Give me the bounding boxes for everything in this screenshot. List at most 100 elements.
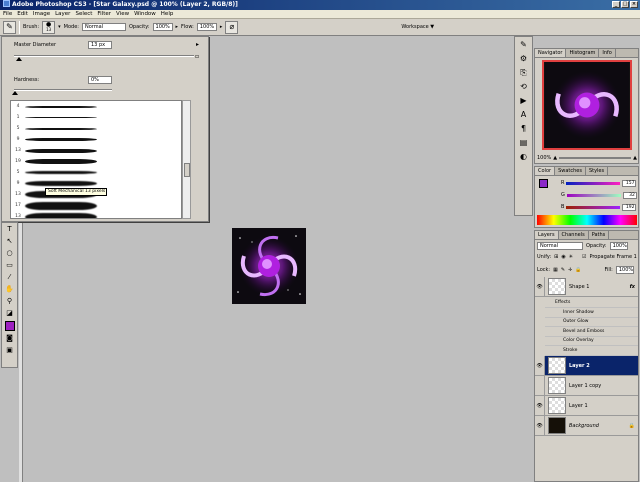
menu-image[interactable]: Image <box>33 11 50 17</box>
tab-swatches[interactable]: Swatches <box>555 167 586 175</box>
menu-edit[interactable]: Edit <box>17 11 28 17</box>
effect-color-overlay[interactable]: Color Overlay <box>545 337 638 346</box>
close-button[interactable]: × <box>630 1 638 8</box>
save-preset-icon[interactable]: ▫ <box>195 53 199 60</box>
type-tool-icon[interactable]: T <box>3 224 16 235</box>
propagate-checkbox[interactable]: ☑ <box>582 254 586 260</box>
brush-preset-row[interactable]: 13 <box>11 145 181 156</box>
menu-window[interactable]: Window <box>134 11 156 17</box>
tab-paths[interactable]: Paths <box>589 231 610 239</box>
default-colors-icon[interactable]: ◪ <box>3 308 16 319</box>
foreground-color-chip[interactable] <box>539 179 548 188</box>
mode-select[interactable]: Normal <box>81 23 126 31</box>
zoom-tool-icon[interactable]: ⚲ <box>3 296 16 307</box>
menu-file[interactable]: File <box>3 11 12 17</box>
zoom-in-icon[interactable]: ▲ <box>633 155 637 161</box>
green-slider[interactable] <box>566 193 621 197</box>
blue-slider[interactable] <box>566 205 621 209</box>
minimize-button[interactable]: _ <box>612 1 620 8</box>
slider-thumb[interactable] <box>16 57 22 61</box>
slider-thumb[interactable] <box>12 91 18 95</box>
brush-preset-row[interactable]: 17 <box>11 200 181 211</box>
brush-preset-row[interactable]: 5 <box>11 123 181 134</box>
notes-tool-icon[interactable]: ▭ <box>3 260 16 271</box>
brush-preset-row[interactable]: 19 <box>11 156 181 167</box>
brush-preset-row[interactable]: 13 <box>11 211 181 218</box>
effect-inner-shadow[interactable]: Inner Shadow <box>545 308 638 318</box>
lock-all-icon[interactable]: 🔒 <box>575 267 581 273</box>
brush-preset-picker[interactable]: ● 13 <box>42 20 56 34</box>
red-value[interactable]: 157 <box>622 179 637 187</box>
navigator-thumbnail[interactable] <box>542 60 632 150</box>
blend-mode-select[interactable]: Normal <box>537 242 583 250</box>
screen-mode-icon[interactable]: ▣ <box>3 345 16 356</box>
hardness-field[interactable]: 0% <box>88 76 112 84</box>
zoom-level[interactable]: 100% <box>537 155 551 161</box>
tab-navigator[interactable]: Navigator <box>535 49 567 57</box>
ellipse-tool-icon[interactable]: ○ <box>3 248 16 259</box>
tab-styles[interactable]: Styles <box>586 167 609 175</box>
brush-list-scrollbar[interactable] <box>182 100 191 219</box>
layer-row-shape-1[interactable]: 👁 Shape 1 fx <box>535 277 638 297</box>
tool-presets-icon[interactable]: ⚙ <box>517 53 530 65</box>
maximize-button[interactable]: □ <box>621 1 629 8</box>
effect-outer-glow[interactable]: Outer Glow <box>545 318 638 327</box>
scrollbar-thumb[interactable] <box>184 163 190 177</box>
effects-row[interactable]: Effects <box>545 298 638 308</box>
eyedropper-icon[interactable]: ⁄ <box>3 272 16 283</box>
character-icon[interactable]: A <box>517 109 530 121</box>
unify-visibility-icon[interactable]: ◉ <box>561 254 565 260</box>
foreground-color-swatch[interactable] <box>4 321 15 331</box>
tab-channels[interactable]: Channels <box>559 231 589 239</box>
blue-value[interactable]: 192 <box>622 203 637 211</box>
tab-info[interactable]: Info <box>599 49 616 57</box>
unify-position-icon[interactable]: ⊞ <box>554 254 558 260</box>
menu-layer[interactable]: Layer <box>55 11 70 17</box>
layer-row-layer-1[interactable]: 👁 Layer 1 <box>535 396 638 416</box>
master-diameter-field[interactable]: 13 px <box>88 41 112 49</box>
chevron-right-icon[interactable]: ▸ <box>220 24 223 30</box>
hand-tool-icon[interactable]: ✋ <box>3 284 16 295</box>
red-slider[interactable] <box>566 181 621 185</box>
history-icon[interactable]: ⟲ <box>517 81 530 93</box>
brush-preset-row[interactable]: 9 <box>11 134 181 145</box>
visibility-toggle-empty[interactable] <box>535 376 545 395</box>
adjustments-icon[interactable]: ◐ <box>517 151 530 163</box>
chevron-down-icon[interactable]: ▾ <box>58 24 61 30</box>
layer-row-background[interactable]: 👁 Background 🔒 <box>535 416 638 436</box>
quick-mask-icon[interactable]: ◙ <box>3 333 16 344</box>
master-diameter-slider[interactable] <box>14 55 194 57</box>
actions-icon[interactable]: ▶ <box>517 95 530 107</box>
hardness-slider[interactable] <box>14 89 112 91</box>
layer-row-layer-2[interactable]: 👁 Layer 2 <box>535 356 638 376</box>
layer-comps-icon[interactable]: ▤ <box>517 137 530 149</box>
fill-field[interactable]: 100% <box>615 266 634 274</box>
brush-preset-row[interactable]: 4 <box>11 101 181 112</box>
visibility-eye-icon[interactable]: 👁 <box>535 356 545 375</box>
effect-stroke[interactable]: Stroke <box>545 346 638 356</box>
brush-preset-row[interactable]: 5 <box>11 167 181 178</box>
lock-pixels-icon[interactable]: ✎ <box>561 267 565 273</box>
menu-view[interactable]: View <box>116 11 129 17</box>
lock-position-icon[interactable]: ✛ <box>568 267 572 273</box>
brush-preset-row[interactable]: 1 <box>11 112 181 123</box>
visibility-eye-icon[interactable]: 👁 <box>535 396 545 415</box>
tab-color[interactable]: Color <box>535 167 556 175</box>
fx-icon[interactable]: fx <box>630 284 635 290</box>
menu-select[interactable]: Select <box>75 11 92 17</box>
workspace-button[interactable]: Workspace ▼ <box>401 24 434 30</box>
chevron-right-icon[interactable]: ▸ <box>176 24 179 30</box>
layer-opacity-field[interactable]: 100% <box>609 242 628 250</box>
tab-histogram[interactable]: Histogram <box>566 49 600 57</box>
brush-tool-preset-icon[interactable]: ✎ <box>3 20 16 34</box>
unify-style-icon[interactable]: ✳ <box>569 254 573 260</box>
lock-transparency-icon[interactable]: ▦ <box>553 267 558 273</box>
path-selection-icon[interactable]: ↖ <box>3 236 16 247</box>
visibility-eye-icon[interactable]: 👁 <box>535 277 545 296</box>
effect-bevel-emboss[interactable]: Bevel and Emboss <box>545 327 638 337</box>
clone-source-icon[interactable]: ⎘ <box>517 67 530 79</box>
menu-help[interactable]: Help <box>161 11 174 17</box>
zoom-out-icon[interactable]: ▲ <box>553 155 557 161</box>
green-value[interactable]: 32 <box>622 191 637 199</box>
layer-row-layer-1-copy[interactable]: Layer 1 copy <box>535 376 638 396</box>
